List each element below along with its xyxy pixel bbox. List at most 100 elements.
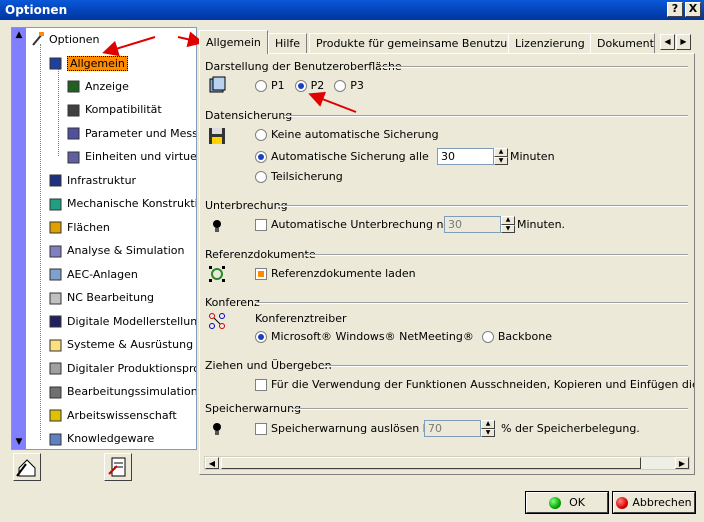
stepper-down-icon[interactable]: ▼ xyxy=(494,156,508,165)
cancel-button[interactable]: Abbrechen xyxy=(612,491,696,514)
scroll-left-icon[interactable]: ◀ xyxy=(205,457,219,469)
tree-item-15[interactable]: Arbeitswissenschaft xyxy=(48,407,177,423)
red-ball-icon xyxy=(616,496,629,509)
tab-scroll-left-icon[interactable]: ◀ xyxy=(660,34,675,50)
tree-item-label: Bearbeitungssimulation xyxy=(67,385,196,398)
ok-button[interactable]: OK xyxy=(525,491,609,514)
scrollbar-thumb[interactable] xyxy=(221,457,641,469)
tree-item-6[interactable]: Mechanische Konstruktion xyxy=(48,196,196,212)
tab-hilfe[interactable]: Hilfe xyxy=(268,33,308,53)
tree-item-13[interactable]: Digitaler Produktionsprozess xyxy=(48,360,196,376)
scroll-right-icon[interactable]: ▶ xyxy=(675,457,689,469)
interrupt-input[interactable]: 30 xyxy=(444,216,501,233)
radio-p2[interactable] xyxy=(294,79,307,92)
tree-item-label: Arbeitswissenschaft xyxy=(67,408,177,422)
scroll-up-icon[interactable]: ▲ xyxy=(13,29,25,41)
tree-item-label: Allgemein xyxy=(67,55,128,71)
stepper-down-icon[interactable]: ▼ xyxy=(501,224,515,233)
tree-item-3[interactable]: Parameter und Messungen xyxy=(66,125,196,141)
close-button[interactable]: X xyxy=(685,2,701,17)
tree-node-icon xyxy=(48,219,64,235)
tree-item-label: Infrastruktur xyxy=(67,173,137,187)
backup-interval-stepper[interactable]: 30 ▲ ▼ xyxy=(437,148,508,165)
load-refdocs-checkbox[interactable] xyxy=(255,267,267,280)
tree-item-14[interactable]: Bearbeitungssimulation xyxy=(48,384,196,400)
lightbulb-icon xyxy=(208,217,226,235)
memory-warning-checkbox[interactable] xyxy=(255,422,267,435)
tree-item-label: Digitale Modellerstellung xyxy=(67,314,196,328)
label-p3: P3 xyxy=(350,79,364,92)
memory-input[interactable]: 70 xyxy=(424,420,481,437)
radio-netmeeting[interactable] xyxy=(255,330,267,343)
label-auto-interrupt: Automatische Unterbrechung nach xyxy=(271,218,464,231)
tree-item-label: Digitaler Produktionsprozess xyxy=(67,361,196,375)
tab-strip: Allgemein Hilfe Produkte für gemeinsame … xyxy=(199,30,692,54)
tree-item-label: NC Bearbeitung xyxy=(67,291,155,304)
tree-item-label: Knowledgeware xyxy=(67,432,155,445)
tree-node-icon xyxy=(48,337,64,353)
stepper-up-icon[interactable]: ▲ xyxy=(481,420,495,429)
options-tree[interactable]: ▲ ▼ Optionen Allgemein Anzeige Kompatibili… xyxy=(11,27,197,450)
tree-item-16[interactable]: Knowledgeware xyxy=(48,431,154,447)
tab-lizenzierung[interactable]: Lizenzierung xyxy=(508,33,592,53)
tab-produkte[interactable]: Produkte für gemeinsame Benutzung xyxy=(309,33,529,53)
radio-p3[interactable] xyxy=(334,79,347,92)
tree-node-icon xyxy=(66,102,82,118)
tree-node-icon xyxy=(48,407,64,423)
house-reset-icon xyxy=(16,459,36,477)
tree-node-icon xyxy=(48,384,64,400)
tree-item-7[interactable]: Flächen xyxy=(48,219,110,235)
section-title-backup: Datensicherung xyxy=(205,109,293,122)
dragdrop-checkbox[interactable] xyxy=(255,378,267,391)
help-button[interactable]: ? xyxy=(667,2,683,17)
reset-options-button[interactable] xyxy=(13,453,41,481)
conference-network-icon xyxy=(208,312,226,330)
tree-item-11[interactable]: Digitale Modellerstellung xyxy=(48,313,196,329)
auto-interrupt-checkbox[interactable] xyxy=(255,218,267,231)
tree-item-2[interactable]: Kompatibilität xyxy=(66,102,162,118)
section-title-ui: Darstellung der Benutzeroberfläche xyxy=(205,60,402,73)
stepper-down-icon[interactable]: ▼ xyxy=(481,428,495,437)
stepper-up-icon[interactable]: ▲ xyxy=(501,216,515,225)
radio-backup-auto[interactable] xyxy=(255,150,267,163)
tree-root[interactable]: Optionen xyxy=(30,31,99,47)
export-options-button[interactable] xyxy=(104,453,132,481)
section-title-dragdrop: Ziehen und Übergeben xyxy=(205,359,332,372)
tree-item-8[interactable]: Analyse & Simulation xyxy=(48,243,184,259)
section-title-refdocs: Referenzdokumente xyxy=(205,248,316,261)
floppy-disk-icon xyxy=(208,127,226,145)
memory-stepper[interactable]: 70 ▲ ▼ xyxy=(424,420,495,437)
label-p1: P1 xyxy=(271,79,285,92)
radio-backup-partial[interactable] xyxy=(255,170,267,183)
radio-backup-none[interactable] xyxy=(255,128,267,141)
section-title-memory: Speicherwarnung xyxy=(205,402,302,415)
interrupt-stepper[interactable]: 30 ▲ ▼ xyxy=(444,216,515,233)
tree-item-label: Kompatibilität xyxy=(85,103,162,117)
radio-p1[interactable] xyxy=(255,79,267,92)
tab-scroll-right-icon[interactable]: ▶ xyxy=(676,34,691,50)
backup-interval-input[interactable]: 30 xyxy=(437,148,494,165)
stepper-up-icon[interactable]: ▲ xyxy=(494,148,508,157)
tree-scrollbar[interactable]: ▲ ▼ xyxy=(12,28,26,449)
tree-item-4[interactable]: Einheiten und virtuelle Realität xyxy=(66,149,196,165)
tree-item-12[interactable]: Systeme & Ausrüstung xyxy=(48,337,193,353)
reference-target-icon xyxy=(208,265,226,283)
tree-item-9[interactable]: AEC-Anlagen xyxy=(48,266,138,282)
scroll-down-icon[interactable]: ▼ xyxy=(13,436,25,448)
lightbulb-icon xyxy=(208,420,226,438)
tree-item-5[interactable]: Infrastruktur xyxy=(48,172,136,188)
label-conference-driver: Konferenztreiber xyxy=(255,312,347,325)
backup-unit: Minuten xyxy=(510,150,555,163)
tree-node-icon xyxy=(48,290,64,306)
tree-node-icon xyxy=(66,149,82,165)
radio-backbone[interactable] xyxy=(481,330,494,343)
label-p2: P2 xyxy=(310,79,325,92)
tree-node-icon xyxy=(66,125,82,141)
tree-item-1[interactable]: Anzeige xyxy=(66,78,129,94)
tab-dokument[interactable]: Dokument xyxy=(590,33,655,53)
panel-horizontal-scrollbar[interactable]: ◀ ▶ xyxy=(204,456,690,470)
tree-node-icon xyxy=(48,55,64,71)
tree-item-10[interactable]: NC Bearbeitung xyxy=(48,290,154,306)
tab-allgemein[interactable]: Allgemein xyxy=(199,30,268,54)
tree-item-0[interactable]: Allgemein xyxy=(48,55,128,71)
